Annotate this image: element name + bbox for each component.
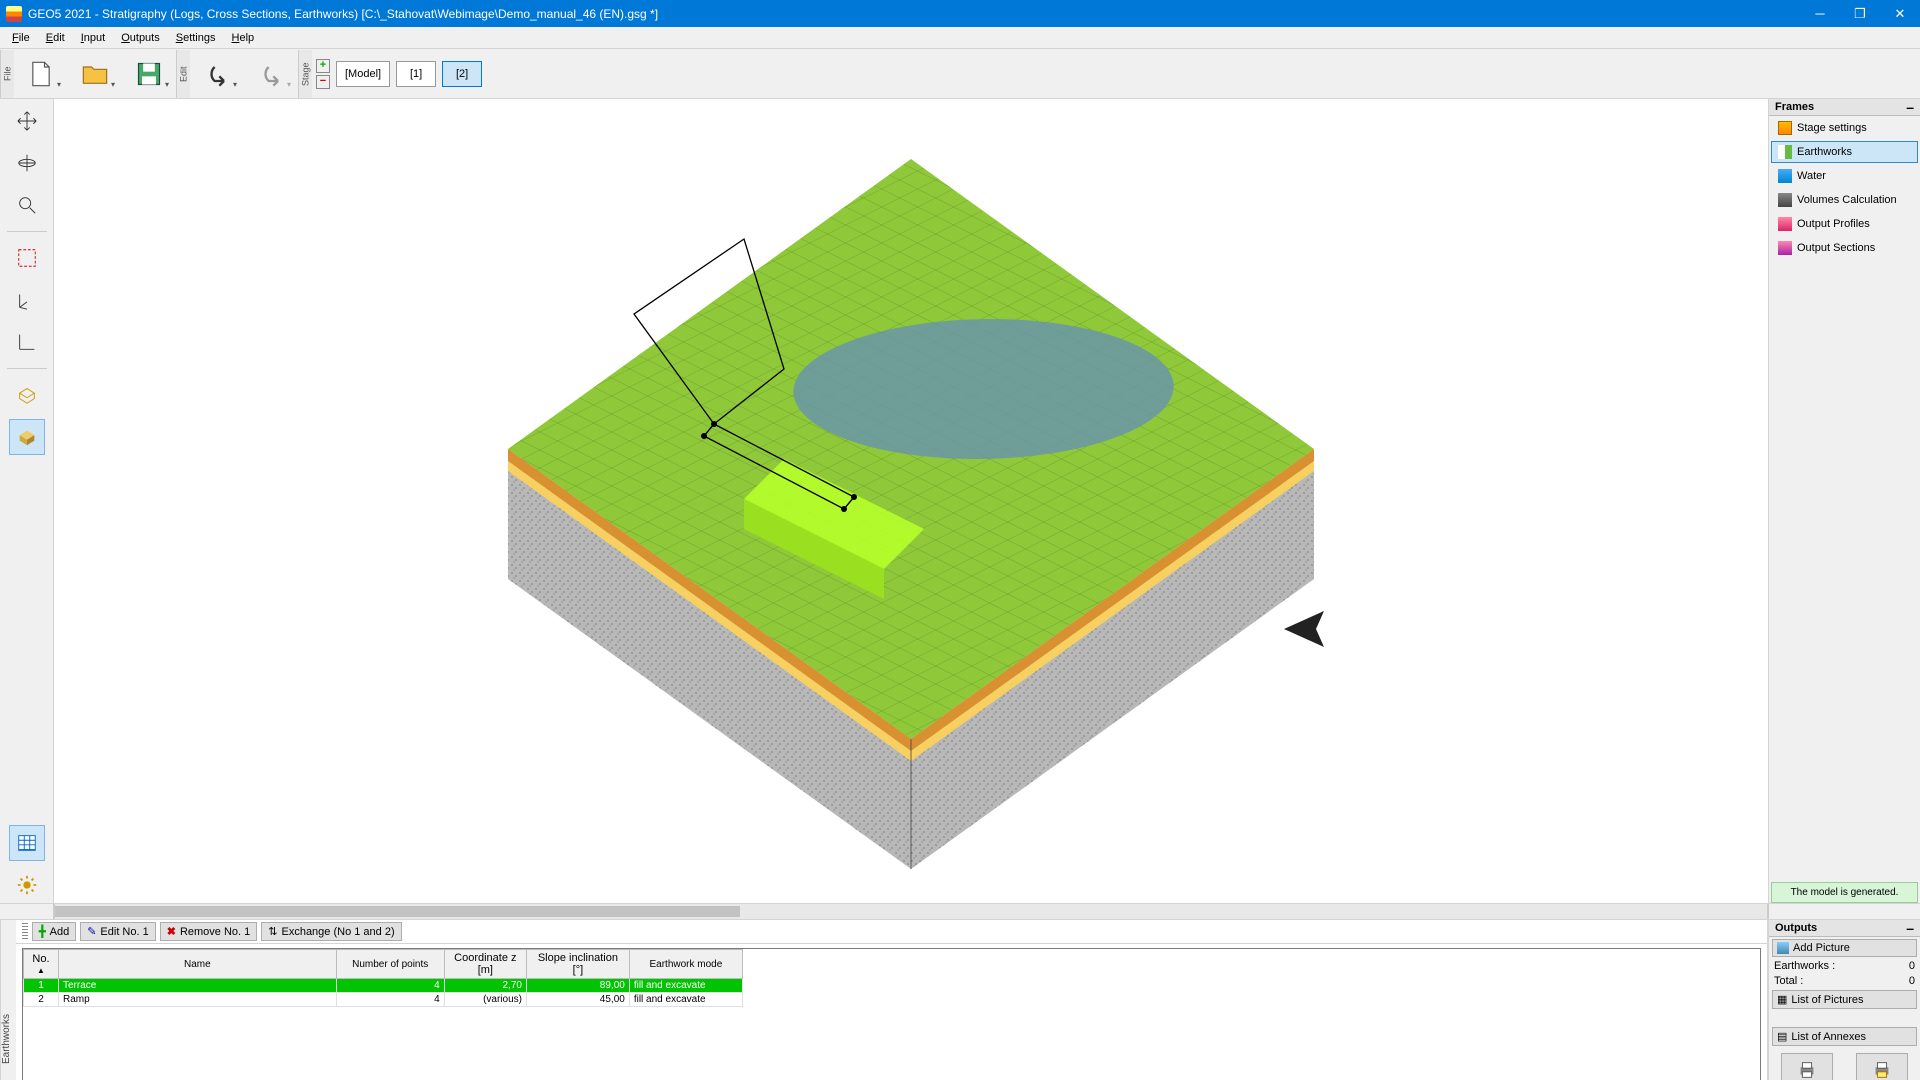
axes-xyz-tool[interactable] [9,282,45,318]
wireframe-tool[interactable] [9,377,45,413]
frame-item-output-sections[interactable]: Output Sections [1771,237,1918,259]
open-file-button[interactable] [70,54,120,94]
close-button[interactable]: ✕ [1880,0,1920,27]
pan-tool[interactable] [9,103,45,139]
frame-label: Water [1797,170,1826,182]
frame-icon [1778,241,1792,255]
menu-file[interactable]: File [4,29,38,47]
toolbar: File Edit Stage + − [Model] [1] [2] [0,49,1920,99]
toolbar-section-file: File [0,50,14,98]
toolbar-section-stage: Stage [298,50,312,98]
window-title: GEO5 2021 - Stratigraphy (Logs, Cross Se… [28,7,1800,21]
redo-button[interactable] [246,54,296,94]
bottom-tab-earthworks[interactable]: Earthworks [0,920,16,1080]
frame-icon [1778,217,1792,231]
total-count: Total :0 [1772,975,1917,987]
new-file-button[interactable] [16,54,66,94]
solid-tool[interactable] [9,419,45,455]
add-stage-button[interactable]: + [316,59,330,73]
outputs-minimize-icon[interactable]: – [1906,923,1914,933]
save-file-button[interactable] [124,54,174,94]
list-annexes-button[interactable]: ▤List of Annexes [1772,1027,1917,1046]
frame-icon [1778,145,1792,159]
frame-label: Volumes Calculation [1797,194,1897,206]
viewport-scrollbar[interactable] [0,903,1920,920]
menu-settings[interactable]: Settings [168,29,224,47]
add-picture-button[interactable]: Add Picture [1772,939,1917,957]
earthworks-table[interactable]: No. ▲ Name Number of points Coordinate z… [22,948,1761,1080]
frame-label: Earthworks [1797,146,1852,158]
rotate-tool[interactable] [9,145,45,181]
frames-header-label: Frames [1775,101,1814,113]
frame-item-volumes-calculation[interactable]: Volumes Calculation [1771,189,1918,211]
frames-panel: Frames – Stage settings Earthworks Water Vo… [1768,99,1920,903]
zoom-tool[interactable] [9,187,45,223]
remove-button[interactable]: ✖Remove No. 1 [160,922,258,941]
titlebar: GEO5 2021 - Stratigraphy (Logs, Cross Se… [0,0,1920,27]
col-mode: Earthwork mode [629,950,742,979]
outputs-header: Outputs – [1769,920,1920,937]
maximize-button[interactable]: ❐ [1840,0,1880,27]
table-view-button[interactable] [9,825,45,861]
table-row[interactable]: 2Ramp4(various)45,00fill and excavate [24,993,743,1007]
menu-help[interactable]: Help [224,29,263,47]
minimize-button[interactable]: ─ [1800,0,1840,27]
menu-edit[interactable]: Edit [38,29,73,47]
print-color-button[interactable] [1856,1053,1908,1080]
frames-header: Frames – [1769,99,1920,116]
col-name: Name [58,950,336,979]
model-status: The model is generated. [1771,882,1918,903]
3d-viewport[interactable] [54,99,1768,903]
print-button[interactable] [1781,1053,1833,1080]
zoom-extents-tool[interactable] [9,240,45,276]
frame-label: Stage settings [1797,122,1867,134]
frame-icon [1778,169,1792,183]
col-slope: Slope inclination[°] [526,950,629,979]
view-toolbar [0,99,54,903]
menu-outputs[interactable]: Outputs [113,29,168,47]
earthworks-count: Earthworks :0 [1772,960,1917,972]
table-row[interactable]: 1Terrace42,7089,00fill and excavate [24,979,743,993]
frame-item-earthworks[interactable]: Earthworks [1771,141,1918,163]
remove-stage-button[interactable]: − [316,75,330,89]
add-button[interactable]: ╋Add [32,922,76,941]
frame-label: Output Profiles [1797,218,1870,230]
stage-tab-2[interactable]: [2] [442,61,482,87]
outputs-panel: Outputs – Add Picture Earthworks :0 Tota… [1768,920,1920,1080]
frame-label: Output Sections [1797,242,1875,254]
grip-icon[interactable] [22,923,28,941]
menubar: File Edit Input Outputs Settings Help [0,27,1920,49]
frame-item-water[interactable]: Water [1771,165,1918,187]
edit-button[interactable]: ✎Edit No. 1 [80,922,156,941]
axes-xy-tool[interactable] [9,324,45,360]
earthworks-toolbar: ╋Add ✎Edit No. 1 ✖Remove No. 1 ⇅Exchange… [16,920,1767,944]
outputs-header-label: Outputs [1775,922,1817,934]
toolbar-section-edit: Edit [176,50,190,98]
frame-item-output-profiles[interactable]: Output Profiles [1771,213,1918,235]
undo-button[interactable] [192,54,242,94]
frame-icon [1778,121,1792,135]
frames-minimize-icon[interactable]: – [1906,102,1914,112]
col-z: Coordinate z[m] [444,950,526,979]
stage-tab-1[interactable]: [1] [396,61,436,87]
settings-gear-button[interactable] [9,867,45,903]
frame-icon [1778,193,1792,207]
col-no: No. ▲ [24,950,59,979]
stage-tab-model[interactable]: [Model] [336,61,390,87]
app-icon [6,6,22,22]
exchange-button[interactable]: ⇅Exchange (No 1 and 2) [261,922,401,941]
menu-input[interactable]: Input [73,29,113,47]
list-pictures-button[interactable]: ▦List of Pictures [1772,990,1917,1009]
col-points: Number of points [336,950,444,979]
frame-item-stage-settings[interactable]: Stage settings [1771,117,1918,139]
